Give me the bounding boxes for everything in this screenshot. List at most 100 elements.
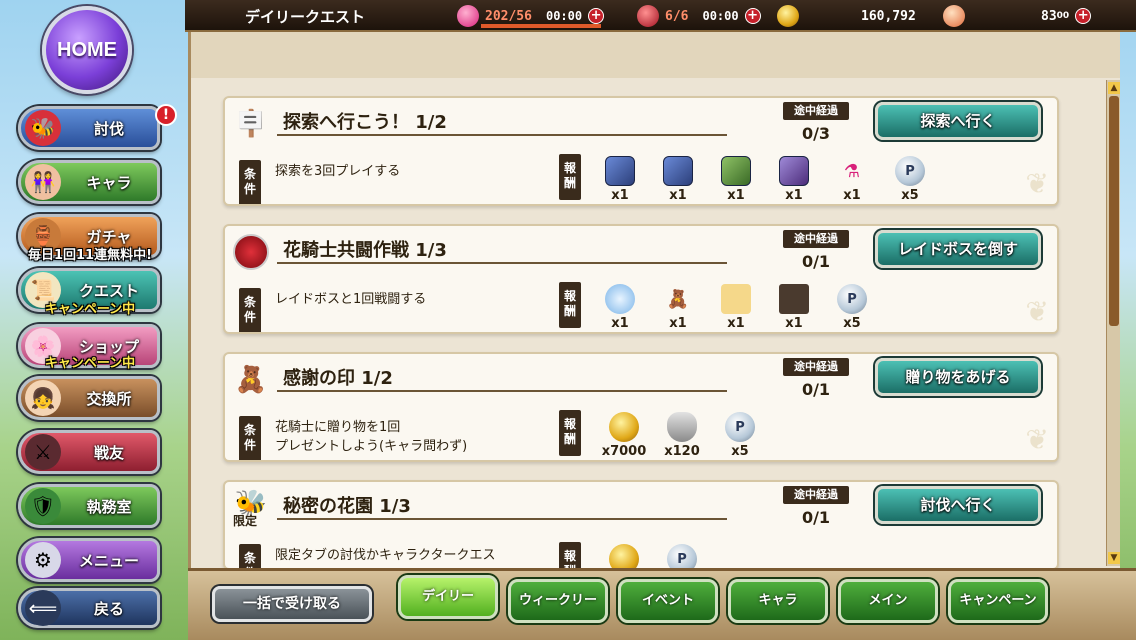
sidebar-item-exchange[interactable]: 👧 交換所	[18, 376, 160, 420]
scrollbar[interactable]: ▲ ▼	[1106, 80, 1120, 566]
reward-qty: x5	[731, 444, 749, 459]
reward-item: x1	[591, 284, 649, 331]
flower-stone-status	[943, 4, 965, 28]
sidebar-item-label: 戻る	[93, 599, 124, 618]
reward-qty: x1	[727, 188, 745, 203]
tab-character[interactable]: キャラ	[728, 579, 828, 623]
stamina-gauge	[481, 24, 601, 28]
quest-card: 🪧 探索へ行こう！ 1/2 途中経過 0/3 探索へ行く 条件 探索を3回プレイ…	[223, 96, 1059, 206]
quest-card: 花騎士共闘作戦 1/3 途中経過 0/1 レイドボスを倒す 条件 レイドボスと1…	[223, 224, 1059, 334]
panel-header	[191, 32, 1120, 78]
shop-banner: キャンペーン中	[44, 356, 136, 371]
flower-deco-icon: ❦	[1025, 167, 1049, 200]
flower-stone-icon	[943, 5, 965, 27]
reward-item: x1	[765, 156, 823, 203]
stamina-potion-icon	[457, 5, 479, 27]
top-status-bar: デイリークエスト 202/56 00:00 + 6/6 00:00 + 160,…	[185, 0, 1136, 32]
reward-list: P	[595, 544, 711, 568]
quest-title: 花騎士共闘作戦 1/3	[283, 240, 447, 261]
reward-qty: x1	[611, 316, 629, 331]
stamina-plus-button[interactable]: +	[588, 8, 605, 24]
progress-value: 0/1	[801, 252, 831, 271]
bottom-tab-bar: 一括で受け取る デイリー ウィークリー イベント キャラ メイン キャンペーン	[188, 568, 1136, 640]
character-reward-icon	[779, 156, 809, 186]
sidebar-item-subjugation[interactable]: 🐝 討伐	[18, 106, 160, 150]
character-reward-icon	[663, 156, 693, 186]
reward-tag: 報酬	[559, 282, 581, 328]
sidebar-item-friends[interactable]: ⚔ 戦友	[18, 430, 160, 474]
condition-text: 限定タブの討伐かキャラクタークエス	[275, 548, 496, 563]
quest-banner: キャンペーン中	[44, 302, 136, 317]
quest-card: 🐝 限定 秘密の花園 1/3 途中経過 0/1 討伐へ行く 条件 限定タブの討伐…	[223, 480, 1059, 570]
tab-weekly[interactable]: ウィークリー	[508, 579, 608, 623]
sidebar: HOME 🐝 討伐 ! 👭 キャラ 🏺 ガチャ 毎日1回11連無料中! 📜 クエ…	[0, 0, 185, 640]
sidebar-item-menu[interactable]: ⚙ メニュー	[18, 538, 160, 582]
progress-label: 途中経過	[783, 102, 849, 120]
flower-deco-icon: ❦	[1025, 423, 1049, 456]
reward-list: x1 x1 x1 x1 ⚗ x1 Px5	[591, 156, 939, 203]
scroll-down-arrow-icon[interactable]: ▼	[1108, 552, 1120, 564]
tab-main[interactable]: メイン	[838, 579, 938, 623]
tab-daily[interactable]: デイリー	[398, 575, 498, 619]
gear-icon: ⚙	[25, 542, 61, 578]
flower-stone-amount: 83 00 +	[1035, 4, 1092, 28]
reward-qty: x1	[669, 316, 687, 331]
raid-plus-button[interactable]: +	[744, 8, 761, 24]
gold-value: 160,792	[861, 8, 916, 24]
gold-coin-icon	[777, 5, 799, 27]
quest-title: 感謝の印 1/2	[283, 368, 393, 389]
gold-coin-icon	[609, 412, 639, 442]
p-coin-icon: P	[725, 412, 755, 442]
sidebar-item-office[interactable]: 🛡 執務室	[18, 484, 160, 528]
raid-orb-icon	[637, 5, 659, 27]
reward-list: x1 🧸 x1 x1 x1 Px5	[591, 284, 881, 331]
progress-label: 途中経過	[783, 486, 849, 504]
reward-item: x1	[765, 284, 823, 331]
go-explore-button[interactable]: 探索へ行く	[875, 102, 1041, 140]
scroll-up-arrow-icon[interactable]: ▲	[1108, 82, 1120, 94]
sidebar-item-characters[interactable]: 👭 キャラ	[18, 160, 160, 204]
give-gift-button[interactable]: 贈り物をあげる	[875, 358, 1041, 396]
back-button[interactable]: ⟸ 戻る	[18, 588, 160, 628]
quest-card: 🧸 感謝の印 1/2 途中経過 0/1 贈り物をあげる 条件 花騎士に贈り物を1…	[223, 352, 1059, 462]
condition-tag: 条件	[239, 288, 261, 332]
raid-timer: 00:00	[702, 9, 739, 23]
explore-sign-icon: 🪧	[234, 109, 268, 139]
reward-qty: x1	[611, 188, 629, 203]
sidebar-item-label: メニュー	[78, 551, 139, 570]
raid-boss-icon	[229, 232, 273, 272]
tab-campaign[interactable]: キャンペーン	[948, 579, 1048, 623]
sidebar-item-label: 戦友	[93, 443, 124, 462]
potion-icon: ⚗	[843, 160, 861, 182]
reward-tag: 報酬	[559, 154, 581, 200]
book-icon	[779, 284, 809, 314]
tab-event[interactable]: イベント	[618, 579, 718, 623]
reward-qty: x5	[843, 316, 861, 331]
divider	[277, 134, 727, 136]
reward-qty: x1	[669, 188, 687, 203]
flower-stone-value: 83	[1041, 8, 1057, 24]
characters-icon: 👭	[25, 164, 61, 200]
emblem-icon: 🛡	[25, 488, 61, 524]
progress-label: 途中経過	[783, 358, 849, 376]
flower-stone-plus-button[interactable]: +	[1075, 8, 1092, 24]
defeat-raid-boss-button[interactable]: レイドボスを倒す	[875, 230, 1041, 268]
reward-qty: x5	[901, 188, 919, 203]
ring-icon	[605, 284, 635, 314]
divider	[277, 518, 727, 520]
reward-qty: x1	[785, 316, 803, 331]
stamina-timer: 00:00	[545, 9, 583, 23]
scroll-thumb[interactable]	[1109, 96, 1119, 326]
home-button[interactable]: HOME	[42, 6, 132, 94]
gold-status	[777, 4, 799, 28]
progress-value: 0/1	[801, 380, 831, 399]
reward-item: x1	[707, 284, 765, 331]
reward-item: ⚗ x1	[823, 156, 881, 204]
divider	[277, 262, 727, 264]
condition-text: 花騎士に贈り物を1回 プレゼントしよう(キャラ問わず)	[275, 420, 468, 454]
receive-all-button[interactable]: 一括で受け取る	[212, 586, 372, 622]
go-subjugate-button[interactable]: 討伐へ行く	[875, 486, 1041, 524]
page-title: デイリークエスト	[245, 8, 366, 26]
reward-tag: 報酬	[559, 410, 581, 456]
gold-coin-icon	[609, 544, 639, 568]
